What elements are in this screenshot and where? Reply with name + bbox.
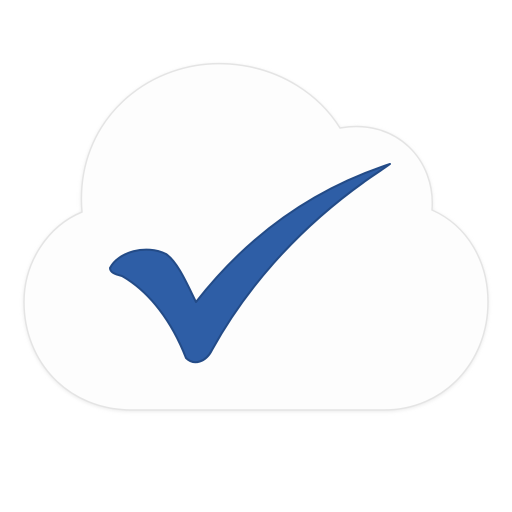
app-icon: [0, 0, 512, 512]
cloud-checkmark-icon: [23, 62, 489, 411]
cloud-shape: [23, 62, 489, 411]
